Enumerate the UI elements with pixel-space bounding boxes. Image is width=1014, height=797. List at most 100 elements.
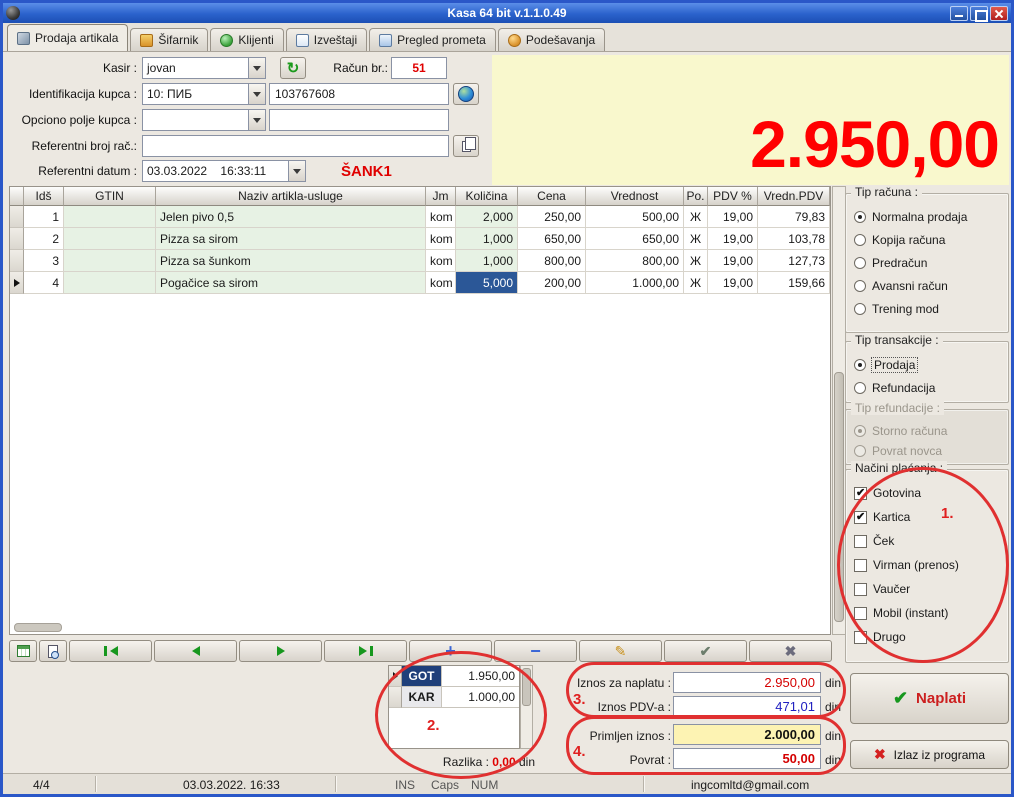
table-row-selected[interactable]: 4 Pogačice sa sirom kom 5,000 200,00 1.0…	[10, 272, 830, 294]
cell-kolicina[interactable]: 2,000	[456, 206, 518, 228]
cell-jm[interactable]: kom	[426, 272, 456, 294]
ref-broj-input[interactable]	[142, 135, 449, 157]
dropdown-arrow-icon[interactable]	[248, 84, 265, 104]
cell-ids[interactable]: 3	[24, 250, 64, 272]
lookup-button[interactable]	[453, 83, 479, 105]
row-selector[interactable]	[10, 228, 24, 250]
row-selector[interactable]	[10, 250, 24, 272]
add-row-button[interactable]: +	[409, 640, 492, 662]
cell-kolicina-selected[interactable]: 5,000	[456, 272, 518, 294]
col-header-po[interactable]: Po.	[684, 187, 708, 206]
col-header-naziv[interactable]: Naziv artikla-usluge	[156, 187, 426, 206]
payment-row[interactable]: KAR 1.000,00	[389, 687, 519, 708]
opciono-input[interactable]	[269, 109, 449, 131]
table-row[interactable]: 3 Pizza sa šunkom kom 1,000 800,00 800,0…	[10, 250, 830, 272]
cell-cena[interactable]: 200,00	[518, 272, 586, 294]
tab-prodaja-artikala[interactable]: Prodaja artikala	[7, 24, 128, 51]
col-header-jm[interactable]: Jm	[426, 187, 456, 206]
print-preview-button[interactable]	[39, 640, 67, 662]
cell-gtin[interactable]	[64, 272, 156, 294]
cell-cena[interactable]: 250,00	[518, 206, 586, 228]
checkbox-vaucer[interactable]: Vaučer	[854, 582, 1000, 596]
cell-jm[interactable]: kom	[426, 228, 456, 250]
col-header-kolicina[interactable]: Količina	[456, 187, 518, 206]
cell-naziv[interactable]: Jelen pivo 0,5	[156, 206, 426, 228]
ref-datum-picker[interactable]: 03.03.2022 16:33:11	[142, 160, 306, 182]
checkbox-virman[interactable]: Virman (prenos)	[854, 558, 1000, 572]
col-header-ids[interactable]: Idš	[24, 187, 64, 206]
close-button[interactable]	[990, 6, 1008, 21]
scrollbar-thumb[interactable]	[522, 668, 531, 706]
edit-row-button[interactable]: ✎	[579, 640, 662, 662]
row-selector[interactable]	[389, 666, 402, 687]
cell-vredn-pdv[interactable]: 103,78	[758, 228, 830, 250]
delete-row-button[interactable]: −	[494, 640, 577, 662]
payment-code[interactable]: KAR	[402, 687, 442, 708]
racun-br-field[interactable]: 51	[391, 57, 447, 79]
row-selector[interactable]	[389, 687, 402, 708]
identifikacija-input[interactable]: 103767608	[269, 83, 449, 105]
first-row-button[interactable]	[69, 640, 152, 662]
checkbox-kartica[interactable]: Kartica	[854, 510, 1000, 524]
radio-prodaja[interactable]: Prodaja	[854, 358, 1000, 372]
kasir-combobox[interactable]: jovan	[142, 57, 266, 79]
cell-vrednost[interactable]: 650,00	[586, 228, 684, 250]
row-selector[interactable]	[10, 206, 24, 228]
cell-ids[interactable]: 1	[24, 206, 64, 228]
checkbox-gotovina[interactable]: Gotovina	[854, 486, 1000, 500]
tab-sifarnik[interactable]: Šifarnik	[130, 28, 208, 51]
checkbox-drugo[interactable]: Drugo	[854, 630, 1000, 644]
copy-button[interactable]	[453, 135, 479, 157]
radio-normalna-prodaja[interactable]: Normalna prodaja	[854, 210, 1000, 224]
confirm-button[interactable]: ✔	[664, 640, 747, 662]
radio-kopija-racuna[interactable]: Kopija računa	[854, 233, 1000, 247]
last-row-button[interactable]	[324, 640, 407, 662]
export-button[interactable]	[9, 640, 37, 662]
cell-jm[interactable]: kom	[426, 250, 456, 272]
izlaz-button[interactable]: ✖ Izlaz iz programa	[850, 740, 1009, 769]
prev-row-button[interactable]	[154, 640, 237, 662]
minimize-button[interactable]	[950, 6, 968, 21]
radio-avansni-racun[interactable]: Avansni račun	[854, 279, 1000, 293]
payment-row[interactable]: GOT 1.950,00	[389, 666, 519, 687]
cell-po[interactable]: Ж	[684, 228, 708, 250]
col-header-vrednost[interactable]: Vrednost	[586, 187, 684, 206]
identifikacija-tip-combobox[interactable]: 10: ПИБ	[142, 83, 266, 105]
scrollbar-thumb[interactable]	[834, 372, 844, 622]
next-row-button[interactable]	[239, 640, 322, 662]
tab-klijenti[interactable]: Klijenti	[210, 28, 283, 51]
dropdown-arrow-icon[interactable]	[288, 161, 305, 181]
cell-naziv[interactable]: Pizza sa sirom	[156, 228, 426, 250]
tab-pregled-prometa[interactable]: Pregled prometa	[369, 28, 496, 51]
table-row[interactable]: 1 Jelen pivo 0,5 kom 2,000 250,00 500,00…	[10, 206, 830, 228]
dropdown-arrow-icon[interactable]	[248, 58, 265, 78]
checkbox-mobil[interactable]: Mobil (instant)	[854, 606, 1000, 620]
radio-trening-mod[interactable]: Trening mod	[854, 302, 1000, 316]
cell-po[interactable]: Ж	[684, 250, 708, 272]
row-selector[interactable]	[10, 272, 24, 294]
cell-po[interactable]: Ж	[684, 206, 708, 228]
dropdown-arrow-icon[interactable]	[248, 110, 265, 130]
cancel-button[interactable]: ✖	[749, 640, 832, 662]
cell-naziv[interactable]: Pizza sa šunkom	[156, 250, 426, 272]
table-row[interactable]: 2 Pizza sa sirom kom 1,000 650,00 650,00…	[10, 228, 830, 250]
cell-vredn-pdv[interactable]: 127,73	[758, 250, 830, 272]
cell-vredn-pdv[interactable]: 159,66	[758, 272, 830, 294]
cell-vrednost[interactable]: 1.000,00	[586, 272, 684, 294]
cell-jm[interactable]: kom	[426, 206, 456, 228]
cell-pdv[interactable]: 19,00	[708, 228, 758, 250]
radio-refundacija[interactable]: Refundacija	[854, 381, 1000, 395]
cell-cena[interactable]: 800,00	[518, 250, 586, 272]
cell-naziv[interactable]: Pogačice sa sirom	[156, 272, 426, 294]
cell-kolicina[interactable]: 1,000	[456, 250, 518, 272]
horizontal-scrollbar[interactable]	[14, 623, 62, 632]
cell-gtin[interactable]	[64, 228, 156, 250]
cell-pdv[interactable]: 19,00	[708, 250, 758, 272]
cell-gtin[interactable]	[64, 206, 156, 228]
tab-izvestaji[interactable]: Izveštaji	[286, 28, 367, 51]
radio-predracun[interactable]: Predračun	[854, 256, 1000, 270]
cell-kolicina[interactable]: 1,000	[456, 228, 518, 250]
cell-po[interactable]: Ж	[684, 272, 708, 294]
cell-ids[interactable]: 2	[24, 228, 64, 250]
payment-amount[interactable]: 1.950,00	[442, 666, 519, 687]
